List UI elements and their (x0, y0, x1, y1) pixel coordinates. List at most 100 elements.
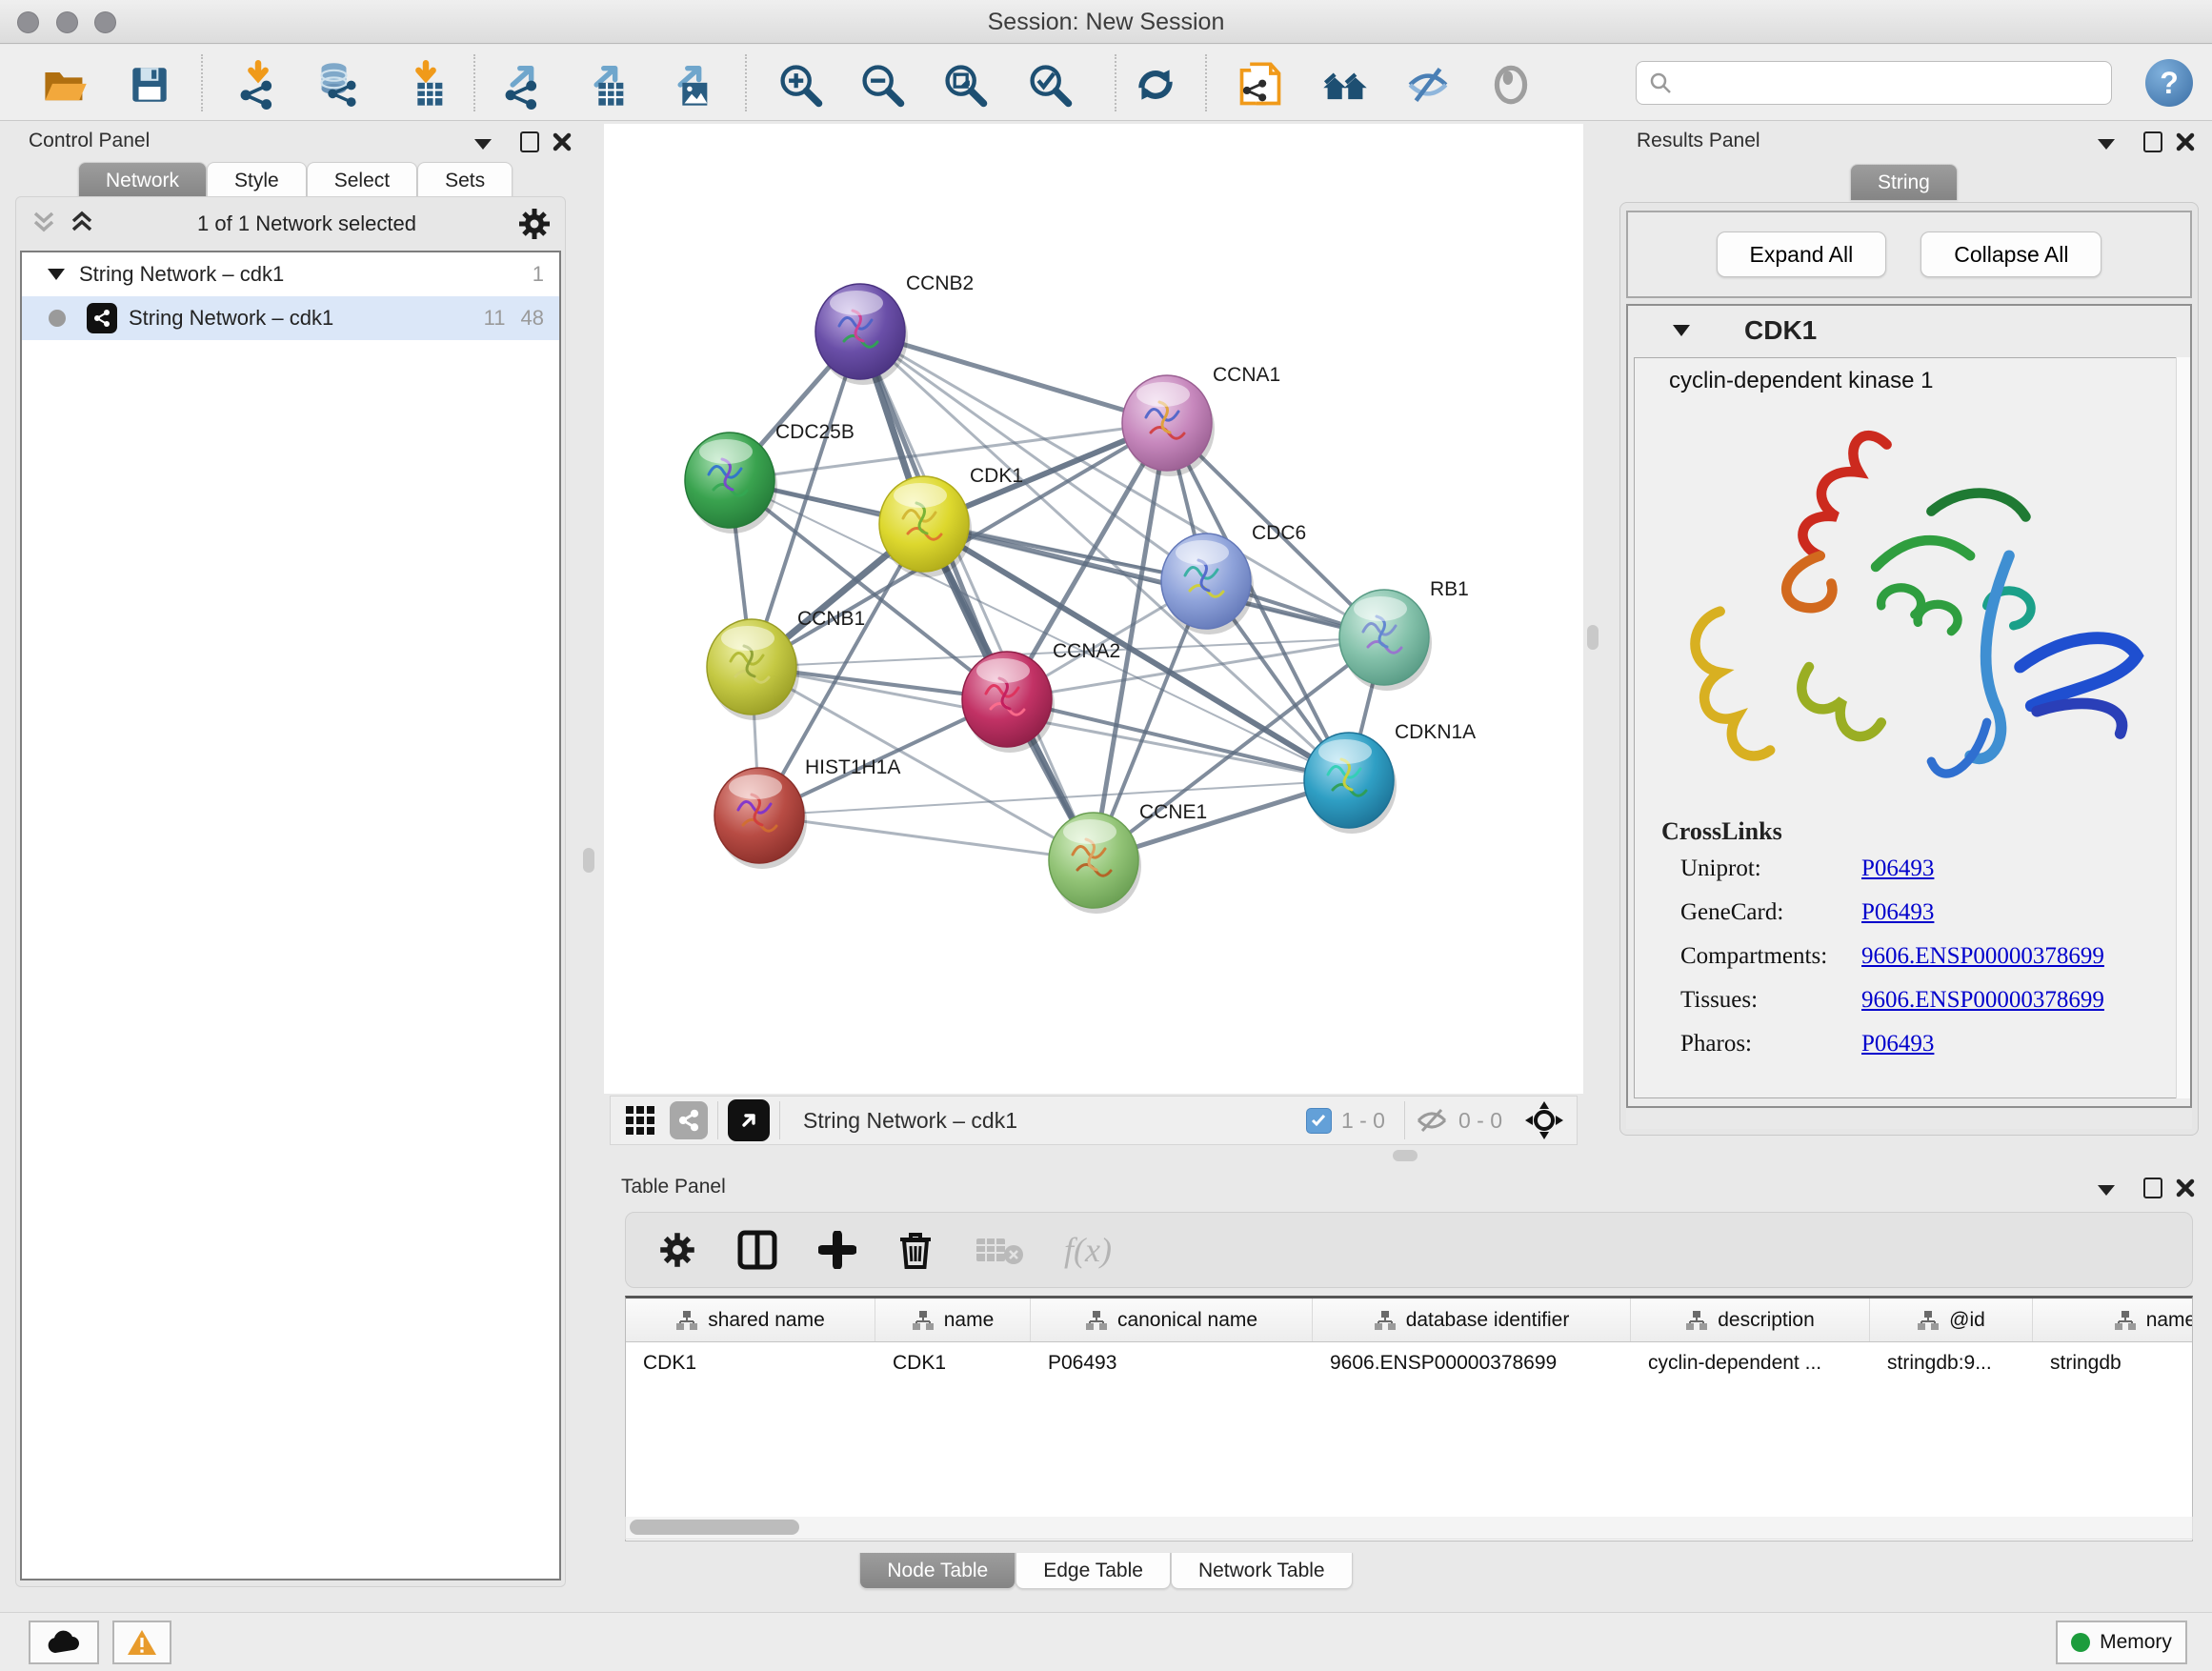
refresh-network-button[interactable] (1129, 58, 1182, 111)
float-panel-icon[interactable] (2143, 1178, 2162, 1198)
section-expander-icon[interactable] (1672, 323, 1691, 338)
edge-CCNB2-CCNE1[interactable] (860, 332, 1094, 860)
export-table-button[interactable] (580, 58, 633, 111)
tab-network[interactable]: Network (78, 162, 207, 198)
import-network-from-database-button[interactable] (313, 58, 367, 111)
crosslink-link[interactable]: 9606.ENSP00000378699 (1861, 943, 2104, 970)
hide-selected-button[interactable] (1401, 58, 1455, 111)
node-CCNA2[interactable] (962, 652, 1055, 753)
help-button[interactable]: ? (2145, 59, 2193, 107)
crosslink-link[interactable]: P06493 (1861, 899, 1934, 926)
pan-mode-icon[interactable] (1523, 1099, 1565, 1141)
node-CDKN1A[interactable] (1304, 733, 1397, 834)
cdk1-section-header[interactable]: CDK1 (1628, 306, 2190, 355)
cloud-status-button[interactable] (29, 1621, 99, 1664)
zoom-fit-content-button[interactable] (938, 58, 992, 111)
panel-menu-icon[interactable] (473, 137, 493, 151)
cytoscape-window: Session: New Session ? Control Panel Net… (0, 0, 2212, 1671)
save-session-button[interactable] (123, 58, 176, 111)
delete-table-icon[interactable] (975, 1233, 1024, 1267)
network-canvas[interactable]: CCNB2CCNA1CDC25BCDK1CDC6RB1CCNB1CCNA2CDK… (604, 124, 1583, 1094)
create-column-icon[interactable] (818, 1231, 856, 1269)
string-view-icon[interactable] (670, 1101, 708, 1139)
tab-network-table[interactable]: Network Table (1171, 1553, 1353, 1589)
network-row[interactable]: String Network – cdk1 11 48 (22, 296, 559, 340)
birds-eye-view-icon[interactable] (728, 1099, 770, 1141)
edge-HIST1H1A-CCNE1[interactable] (759, 815, 1094, 860)
delete-column-icon[interactable] (896, 1229, 935, 1271)
selected-nodes-checkbox[interactable] (1306, 1108, 1332, 1134)
left-splitter-grip[interactable] (583, 848, 594, 873)
close-panel-icon[interactable] (2176, 132, 2195, 151)
tab-style[interactable]: Style (207, 162, 307, 198)
column-header--id[interactable]: @id (1870, 1299, 2033, 1341)
zoom-out-button[interactable] (855, 58, 909, 111)
export-image-button[interactable] (664, 58, 717, 111)
memory-button[interactable]: Memory (2056, 1621, 2187, 1664)
column-header-canonical-name[interactable]: canonical name (1031, 1299, 1313, 1341)
zoom-in-button[interactable] (774, 58, 827, 111)
tab-node-table[interactable]: Node Table (859, 1553, 1016, 1589)
scrollbar-thumb[interactable] (630, 1520, 799, 1535)
show-all-button[interactable] (1484, 58, 1538, 111)
node-RB1[interactable] (1339, 590, 1432, 691)
search-field[interactable] (1636, 61, 2112, 105)
tab-edge-table[interactable]: Edge Table (1016, 1553, 1171, 1589)
open-session-button[interactable] (38, 58, 91, 111)
panel-menu-icon[interactable] (2096, 1183, 2117, 1197)
bottom-splitter-grip[interactable] (1393, 1150, 1418, 1161)
float-panel-icon[interactable] (520, 131, 539, 152)
table-row[interactable]: CDK1CDK1P064939606.ENSP00000378699cyclin… (626, 1342, 2193, 1384)
import-network-from-file-button[interactable] (231, 58, 285, 111)
results-scrollbar[interactable] (2176, 357, 2190, 1098)
collection-label: String Network – cdk1 (79, 262, 284, 287)
zoom-selected-button[interactable] (1023, 58, 1076, 111)
tab-string[interactable]: String (1850, 164, 1958, 200)
crosslink-link[interactable]: P06493 (1861, 856, 1934, 882)
node-CCNA1[interactable] (1122, 375, 1215, 476)
expand-all-button[interactable]: Expand All (1717, 232, 1887, 277)
crosslinks-block: CrossLinks Uniprot:P06493GeneCard:P06493… (1661, 817, 2183, 1057)
grid-view-icon[interactable] (624, 1104, 656, 1137)
column-header-namespace[interactable]: namespace (2033, 1299, 2193, 1341)
search-input[interactable] (1682, 70, 2100, 95)
column-header-name[interactable]: name (875, 1299, 1031, 1341)
node-CCNB1[interactable] (707, 619, 799, 720)
first-neighbors-button[interactable] (1318, 58, 1372, 111)
tab-select[interactable]: Select (307, 162, 417, 198)
tree-expander-icon[interactable] (47, 267, 66, 282)
table-horizontal-scrollbar[interactable] (625, 1517, 2193, 1540)
export-network-button[interactable] (496, 58, 550, 111)
node-CDC25B[interactable] (685, 433, 777, 534)
table-options-gear-icon[interactable] (658, 1231, 696, 1269)
tab-sets[interactable]: Sets (417, 162, 513, 198)
panel-menu-icon[interactable] (2096, 137, 2117, 151)
crosslink-link[interactable]: 9606.ENSP00000378699 (1861, 987, 2104, 1014)
node-CDK1[interactable] (879, 476, 972, 577)
column-header-shared-name[interactable]: shared name (626, 1299, 875, 1341)
close-panel-icon[interactable] (2176, 1178, 2195, 1198)
memory-label: Memory (2100, 1631, 2172, 1654)
float-panel-icon[interactable] (2143, 131, 2162, 152)
node-label-RB1: RB1 (1430, 578, 1469, 600)
network-collection-row[interactable]: String Network – cdk1 1 (22, 252, 559, 296)
column-header-database-identifier[interactable]: database identifier (1313, 1299, 1631, 1341)
crosslink-link[interactable]: P06493 (1861, 1031, 1934, 1057)
warnings-button[interactable] (112, 1621, 171, 1664)
crosslink-row: Tissues:9606.ENSP00000378699 (1661, 987, 2183, 1014)
function-builder-icon[interactable]: f(x) (1064, 1230, 1112, 1270)
duplicate-network-button[interactable] (1234, 58, 1287, 111)
column-header-description[interactable]: description (1631, 1299, 1870, 1341)
close-panel-icon[interactable] (553, 132, 572, 151)
cdk1-details: cyclin-dependent kinase 1 (1634, 357, 2184, 1098)
import-table-from-file-button[interactable] (399, 58, 452, 111)
node-CCNE1[interactable] (1049, 813, 1141, 914)
show-columns-icon[interactable] (736, 1229, 778, 1271)
network-options-gear-icon[interactable] (517, 207, 552, 241)
collapse-all-button[interactable]: Collapse All (1920, 232, 2101, 277)
control-panel-title: Control Panel (29, 130, 150, 152)
node-HIST1H1A[interactable] (714, 768, 807, 869)
expand-all-icon[interactable] (68, 211, 96, 237)
collapse-all-icon[interactable] (30, 211, 58, 237)
right-splitter-grip[interactable] (1587, 625, 1599, 650)
